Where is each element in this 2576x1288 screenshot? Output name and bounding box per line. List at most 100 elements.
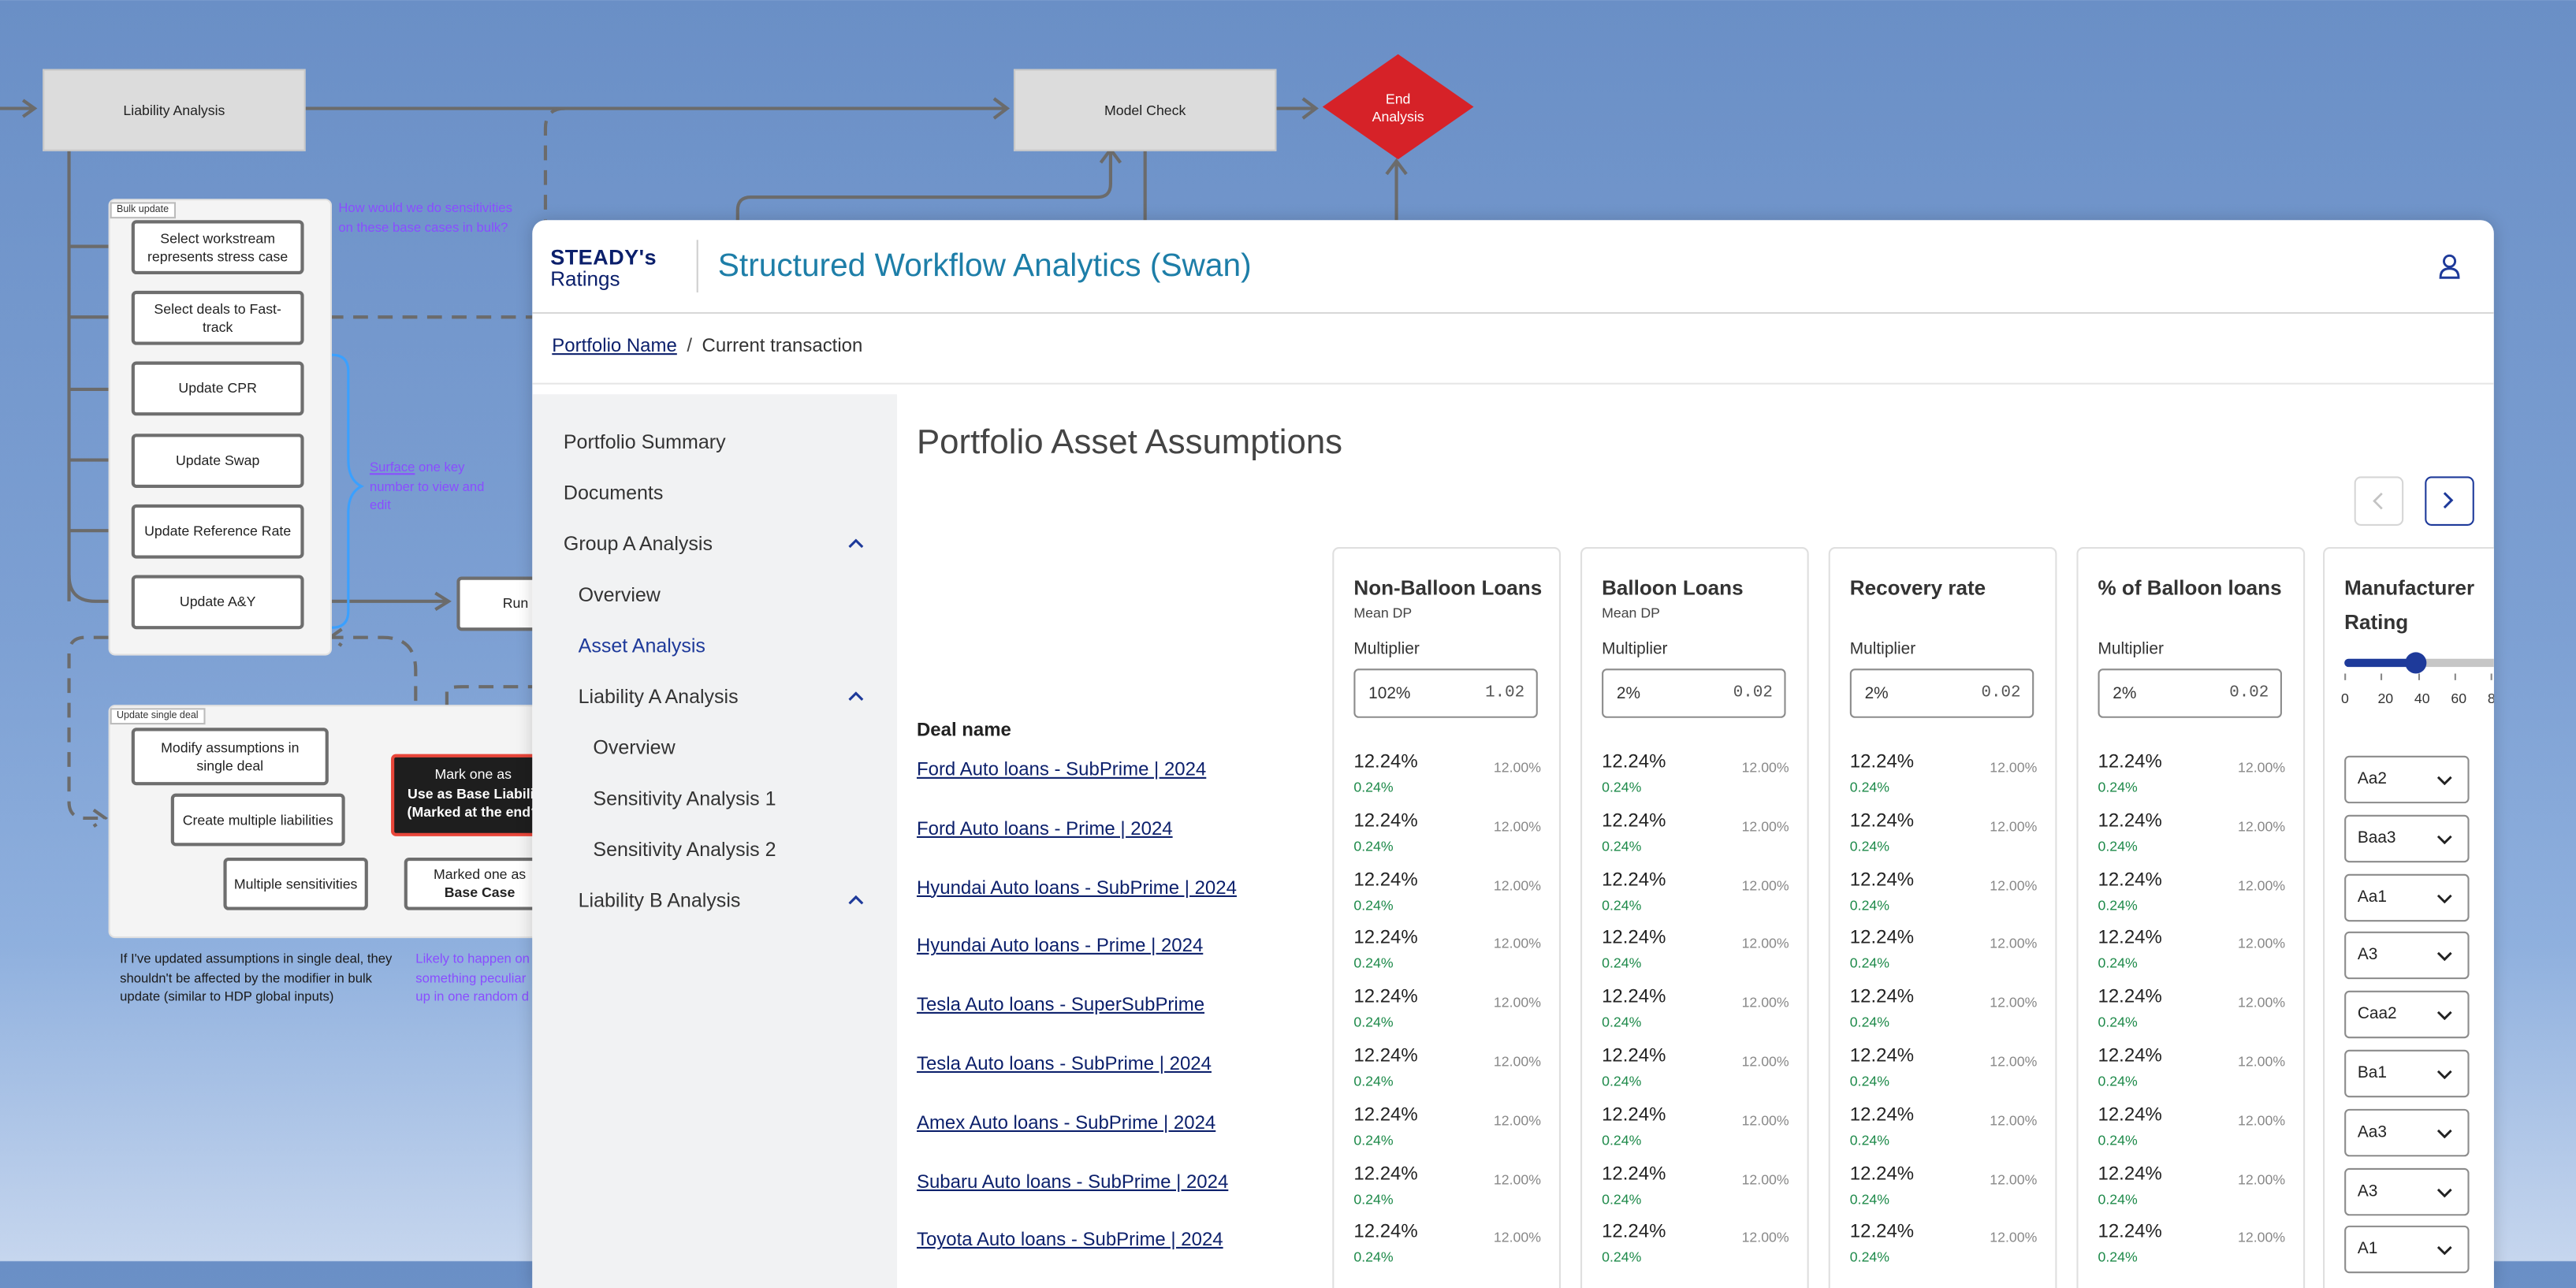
nav-liability-a-analysis[interactable]: Liability A Analysis <box>579 685 739 708</box>
cell-previous: 12.00% <box>1493 1229 1541 1246</box>
cell-value: 12.24% <box>1353 811 1418 832</box>
nav-sensitivity-2[interactable]: Sensitivity Analysis 2 <box>593 838 776 861</box>
step-select-deals: Select deals to Fast-track <box>131 290 304 345</box>
nav-liability-b-analysis[interactable]: Liability B Analysis <box>579 889 741 912</box>
slider-handle[interactable] <box>2405 652 2427 674</box>
cell-value: 12.24% <box>2098 929 2162 949</box>
user-icon[interactable] <box>2436 253 2462 279</box>
cell-value: 12.24% <box>1849 1105 1915 1126</box>
nav-sensitivity-1[interactable]: Sensitivity Analysis 1 <box>593 787 776 810</box>
cell-value: 12.24% <box>1849 811 1915 832</box>
cell-previous: 12.00% <box>1741 877 1789 893</box>
multiplier-input[interactable]: 2% 0.02 <box>2098 668 2282 718</box>
slider-tick <box>2418 673 2420 680</box>
cell-delta: 0.24% <box>2098 1131 2138 1148</box>
marked-line2: Base Case <box>444 884 516 901</box>
cell-delta: 0.24% <box>1849 1131 1890 1148</box>
cell-delta: 0.24% <box>1849 778 1890 795</box>
nav-portfolio-summary[interactable]: Portfolio Summary <box>564 430 726 453</box>
cell-value: 12.24% <box>1602 752 1666 772</box>
slider-tick-label: 40 <box>2414 690 2430 707</box>
rating-select[interactable]: Ba1 <box>2344 1049 2470 1098</box>
breadcrumb-portfolio-link[interactable]: Portfolio Name <box>552 337 677 356</box>
slider-track[interactable] <box>2416 658 2494 668</box>
deal-link[interactable]: Amex Auto loans - SubPrime | 2024 <box>917 1114 1215 1134</box>
chevron-up-icon[interactable] <box>847 691 864 702</box>
deal-link[interactable]: Hyundai Auto loans - SubPrime | 2024 <box>917 878 1237 898</box>
deal-link[interactable]: Ford Auto loans - Prime | 2024 <box>917 820 1173 839</box>
chevron-down-icon <box>2436 952 2452 962</box>
cell-delta: 0.24% <box>1353 955 1394 972</box>
rating-select-value: A3 <box>2357 1182 2378 1201</box>
cell-value: 12.24% <box>1353 1105 1418 1126</box>
chevron-down-icon <box>2436 1070 2452 1080</box>
step-update-ay: Update A&Y <box>131 575 304 630</box>
deal-link[interactable]: Tesla Auto loans - SubPrime | 2024 <box>917 1055 1212 1074</box>
rating-select[interactable]: Aa3 <box>2344 1108 2470 1156</box>
cell-delta: 0.24% <box>1602 1190 1642 1208</box>
cell-delta: 0.24% <box>1602 1249 1642 1266</box>
cell-previous: 12.00% <box>2238 935 2286 952</box>
deal-link[interactable]: Tesla Auto loans - SuperSubPrime <box>917 996 1204 1015</box>
cell-previous: 12.00% <box>1493 877 1541 893</box>
rating-select[interactable]: A3 <box>2344 932 2470 980</box>
cell-value: 12.24% <box>1602 1046 1666 1067</box>
step-select-workstream: Select workstream represents stress case <box>131 220 304 275</box>
cell-value: 12.24% <box>1849 1163 1915 1184</box>
cell-delta: 0.24% <box>1353 1072 1394 1089</box>
cell-previous: 12.00% <box>1741 817 1789 835</box>
step-modify-assumptions: Modify assumptions in single deal <box>131 728 329 786</box>
rating-select[interactable]: Baa3 <box>2344 814 2470 862</box>
deal-link[interactable]: Hyundai Auto loans - Prime | 2024 <box>917 937 1203 957</box>
chevron-up-icon[interactable] <box>847 895 864 906</box>
deal-link[interactable]: Subaru Auto loans - SubPrime | 2024 <box>917 1172 1228 1192</box>
cell-previous: 12.00% <box>1493 994 1541 1011</box>
slider-tick-label: 80 <box>2488 690 2494 706</box>
model-check-node: Model Check <box>1013 69 1277 151</box>
nav-overview-liability[interactable]: Overview <box>593 736 675 759</box>
cell-previous: 12.00% <box>1493 1111 1541 1129</box>
cell-delta: 0.24% <box>1353 1190 1394 1208</box>
nav-documents[interactable]: Documents <box>564 482 664 504</box>
cell-value: 12.24% <box>2098 1223 2162 1243</box>
slider-tick <box>2454 673 2456 680</box>
cell-value: 12.24% <box>1849 1046 1915 1067</box>
multiplier-input[interactable]: 2% 0.02 <box>1849 668 2034 718</box>
multiplier-input[interactable]: 102% 1.02 <box>1353 668 1538 718</box>
cell-delta: 0.24% <box>1602 896 1642 913</box>
cell-value: 12.24% <box>1849 752 1915 772</box>
chevron-right-icon <box>2443 492 2454 509</box>
surface-note: Surface one key number to view and edit <box>370 458 485 515</box>
cell-delta: 0.24% <box>1849 896 1890 913</box>
cell-delta: 0.24% <box>2098 837 2138 854</box>
next-page-button[interactable] <box>2425 476 2474 526</box>
multiplier-percent: 2% <box>1616 685 1640 704</box>
rating-select[interactable]: Aa2 <box>2344 755 2470 804</box>
deal-link[interactable]: Toyota Auto loans - SubPrime | 2024 <box>917 1231 1223 1251</box>
chevron-up-icon[interactable] <box>847 538 864 549</box>
nav-group-a-analysis[interactable]: Group A Analysis <box>564 532 713 555</box>
manufacturer-rating-column: Manufacturer Rating 0 20 40 60 80 Aa2 Baa3 Aa1… <box>2323 547 2494 1288</box>
rating-select[interactable]: A3 <box>2344 1167 2470 1215</box>
header-divider <box>696 240 698 292</box>
prev-page-button[interactable] <box>2354 476 2404 526</box>
rating-select-value: Caa2 <box>2357 1005 2397 1024</box>
rating-select[interactable]: A1 <box>2344 1226 2470 1275</box>
multiplier-input[interactable]: 2% 0.02 <box>1602 668 1786 718</box>
rating-select-value: Ba1 <box>2357 1064 2387 1083</box>
cell-previous: 12.00% <box>2238 817 2286 835</box>
liability-analysis-node: Liability Analysis <box>43 69 306 151</box>
nav-asset-analysis[interactable]: Asset Analysis <box>579 635 705 657</box>
end-label-line1: End <box>1386 91 1411 106</box>
rating-select[interactable]: Aa1 <box>2344 873 2470 921</box>
rating-select[interactable]: Caa2 <box>2344 991 2470 1039</box>
chevron-down-icon <box>2436 1246 2452 1256</box>
cell-delta: 0.24% <box>2098 1072 2138 1089</box>
deal-link[interactable]: Ford Auto loans - SubPrime | 2024 <box>917 761 1206 780</box>
cell-previous: 12.00% <box>1741 1171 1789 1188</box>
cell-value: 12.24% <box>1353 1046 1418 1067</box>
multiplier-label: Multiplier <box>1602 640 1668 659</box>
nav-overview[interactable]: Overview <box>579 583 661 606</box>
cell-value: 12.24% <box>1602 869 1666 890</box>
step-multiple-sensitivities: Multiple sensitivities <box>223 857 368 910</box>
